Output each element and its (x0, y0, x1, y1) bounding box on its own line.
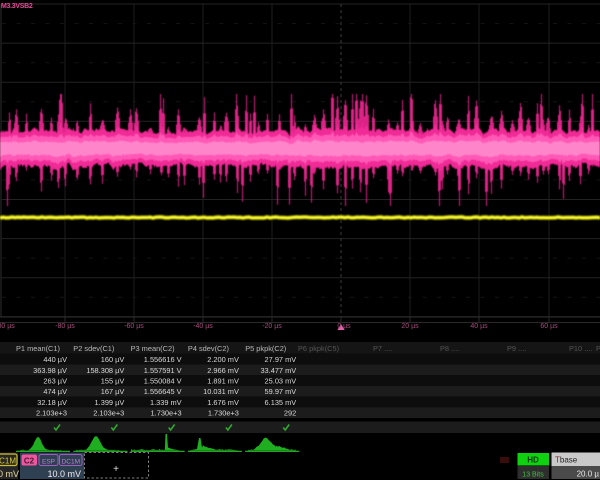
svg-text:-60 µs: -60 µs (124, 323, 144, 330)
svg-text:HD: HD (527, 456, 539, 465)
svg-text:167 µV: 167 µV (101, 387, 125, 396)
svg-text:P9 ....: P9 .... (507, 344, 526, 353)
svg-text:P1: P1 (596, 344, 600, 353)
svg-text:1.399 µV: 1.399 µV (95, 398, 125, 407)
svg-text:263 µV: 263 µV (43, 377, 67, 386)
svg-text:59.97 mV: 59.97 mV (265, 387, 297, 396)
svg-text:2.103e+3: 2.103e+3 (93, 409, 124, 418)
svg-text:40 µs: 40 µs (470, 323, 488, 330)
svg-text:27.97 mV: 27.97 mV (265, 355, 297, 364)
svg-text:P8 ....: P8 .... (440, 344, 459, 353)
svg-text:1.676 mV: 1.676 mV (207, 398, 239, 407)
svg-text:0 mV: 0 mV (0, 469, 19, 479)
svg-text:P3 mean(C2): P3 mean(C2) (131, 344, 175, 353)
svg-text:1.557591 V: 1.557591 V (144, 366, 182, 375)
svg-text:P7 ....: P7 .... (373, 344, 392, 353)
svg-text:DC1M: DC1M (62, 459, 80, 466)
svg-text:60 µs: 60 µs (540, 323, 558, 330)
svg-text:P4 sdev(C2): P4 sdev(C2) (188, 344, 229, 353)
svg-text:2.200 mV: 2.200 mV (207, 355, 239, 364)
svg-text:292: 292 (284, 409, 296, 418)
svg-text:474 µV: 474 µV (43, 387, 67, 396)
svg-text:2.103e+3: 2.103e+3 (36, 409, 67, 418)
svg-text:-20 µs: -20 µs (262, 323, 282, 330)
svg-text:1.556645 V: 1.556645 V (144, 387, 182, 396)
svg-text:1.556616 V: 1.556616 V (144, 355, 182, 364)
svg-text:-100 µs: -100 µs (0, 323, 15, 330)
svg-text:6.135 mV: 6.135 mV (265, 398, 297, 407)
svg-text:0 µs: 0 µs (337, 323, 351, 330)
svg-text:32.18 µV: 32.18 µV (37, 398, 67, 407)
svg-text:P6 pkpk(C5): P6 pkpk(C5) (298, 344, 339, 353)
svg-text:P2 sdev(C1): P2 sdev(C1) (73, 344, 114, 353)
svg-text:20.0 µ: 20.0 µ (577, 470, 600, 479)
svg-text:1.339 mV: 1.339 mV (150, 398, 182, 407)
svg-text:ESP: ESP (42, 459, 55, 466)
svg-text:10.0 mV: 10.0 mV (47, 469, 81, 479)
svg-text:160 µV: 160 µV (101, 355, 125, 364)
svg-text:+: + (113, 464, 119, 475)
svg-text:10.031 mV: 10.031 mV (203, 387, 239, 396)
svg-text:Tbase: Tbase (555, 456, 578, 465)
svg-text:C2: C2 (24, 457, 35, 466)
svg-text:158.308 µV: 158.308 µV (86, 366, 124, 375)
svg-text:1.730e+3: 1.730e+3 (151, 409, 182, 418)
svg-text:155 µV: 155 µV (101, 377, 125, 386)
svg-text:25.03 mV: 25.03 mV (265, 377, 297, 386)
svg-text:20 µs: 20 µs (401, 323, 419, 330)
svg-text:1.730e+3: 1.730e+3 (208, 409, 239, 418)
svg-text:-80 µs: -80 µs (55, 323, 75, 330)
svg-text:33.477 mV: 33.477 mV (260, 366, 296, 375)
svg-text:M3.3VSB2: M3.3VSB2 (1, 3, 33, 10)
svg-text:P5 pkpk(C2): P5 pkpk(C2) (245, 344, 286, 353)
svg-text:13 Bits: 13 Bits (522, 472, 544, 479)
svg-text:1.891 mV: 1.891 mV (207, 377, 239, 386)
svg-text:C1M: C1M (0, 457, 16, 466)
svg-text:1.550084 V: 1.550084 V (144, 377, 182, 386)
svg-text:2.966 mV: 2.966 mV (207, 366, 239, 375)
svg-text:-40 µs: -40 µs (193, 323, 213, 330)
svg-text:P10 ....: P10 .... (569, 344, 592, 353)
svg-text:440 µV: 440 µV (43, 355, 67, 364)
svg-text:363.98 µV: 363.98 µV (33, 366, 67, 375)
svg-text:P1 mean(C1): P1 mean(C1) (16, 344, 60, 353)
